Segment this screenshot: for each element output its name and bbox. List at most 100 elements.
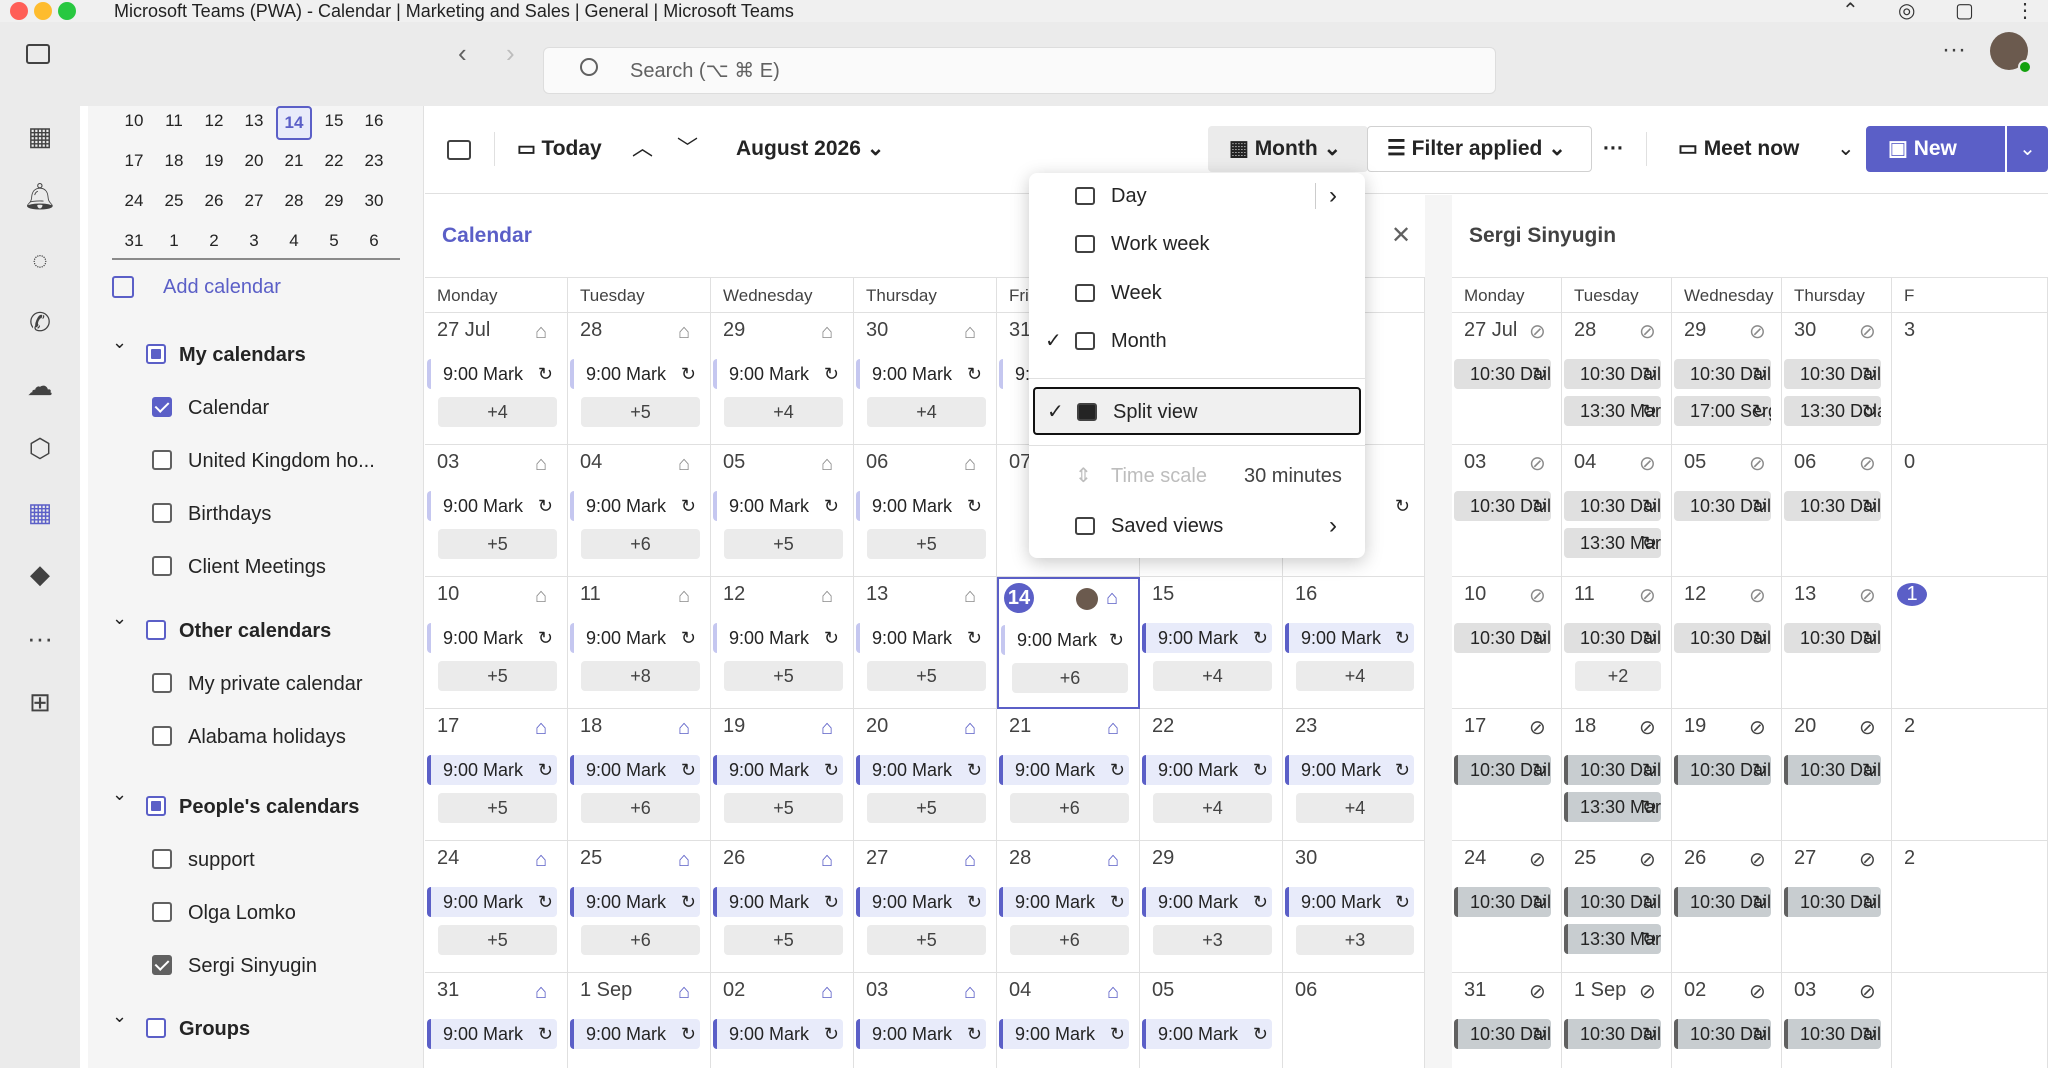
period-selector[interactable]: August 2026 ⌄ — [736, 126, 884, 172]
day-cell[interactable]: 14 ⌂ 9:00 Mark ↻ +6 — [997, 577, 1140, 709]
calendar-event[interactable]: 9:00 Mark ↻ — [1285, 887, 1414, 917]
support-checkbox[interactable] — [152, 849, 172, 869]
planner-icon[interactable]: ◆ — [22, 556, 58, 592]
more-events-button[interactable]: +4 — [1296, 661, 1414, 691]
day-cell[interactable]: 02 ⌂ 9:00 Mark ↻ — [711, 973, 854, 1068]
mini-calendar-day[interactable]: 23 — [356, 146, 392, 176]
day-cell[interactable]: 02 ⊘ 10:30 Daily↻ — [1672, 973, 1782, 1068]
day-cell[interactable]: 03 ⊘ 10:30 Daily↻ — [1452, 445, 1562, 577]
calendar-event[interactable]: 9:00 Mark ↻ — [713, 623, 843, 653]
day-cell[interactable]: 3 — [1892, 313, 2048, 445]
more-events-button[interactable]: +4 — [1296, 793, 1414, 823]
calendar-event[interactable]: 9:00 Mark ↻ — [713, 359, 843, 389]
calendar-event[interactable]: 10:30 Daily↻ — [1564, 359, 1661, 389]
calendar-event[interactable]: 9:00 Mark ↻ — [713, 887, 843, 917]
day-cell[interactable]: 13 ⊘ 10:30 Daily↻ — [1782, 577, 1892, 709]
day-cell[interactable]: 06 — [1283, 973, 1425, 1068]
add-apps-icon[interactable]: ⊞ — [22, 684, 58, 720]
calendar-icon[interactable]: ▦ — [22, 494, 58, 530]
day-cell[interactable]: 27 ⊘ 10:30 Daily↻ — [1782, 841, 1892, 973]
day-cell[interactable]: 31 ⌂ 9:00 Mark ↻ — [425, 973, 568, 1068]
day-cell[interactable]: 30 9:00 Mark ↻ +3 — [1283, 841, 1425, 973]
mini-calendar-day[interactable]: 25 — [156, 186, 192, 216]
more-events-button[interactable]: +5 — [438, 925, 557, 955]
day-cell[interactable]: 19 ⊘ 10:30 Daily↻ — [1672, 709, 1782, 841]
zoom-window-button[interactable] — [58, 2, 76, 20]
more-events-button[interactable]: +5 — [867, 793, 986, 823]
calendar-event[interactable]: 10:30 Daily↻ — [1674, 359, 1771, 389]
day-cell[interactable]: 17 ⊘ 10:30 Daily↻ — [1452, 709, 1562, 841]
calendar-event[interactable]: 10:30 Daily↻ — [1564, 755, 1661, 785]
calendar-event[interactable]: 9:00 Mark ↻ — [1142, 755, 1272, 785]
view-switcher[interactable]: ▦ Month ⌄ — [1229, 126, 1341, 172]
day-cell[interactable]: 27 Jul ⌂ 9:00 Mark ↻ +4 — [425, 313, 568, 445]
mini-calendar-day[interactable]: 5 — [316, 226, 352, 256]
more-events-button[interactable]: +6 — [581, 925, 700, 955]
calendar-event[interactable]: 10:30 Daily↻ — [1454, 755, 1551, 785]
calendar-event[interactable]: 9:00 Mark ↻ — [1142, 623, 1272, 653]
calendar-event[interactable]: 9:00 Mark ↻ — [713, 755, 843, 785]
day-cell[interactable]: 25 ⌂ 9:00 Mark ↻ +6 — [568, 841, 711, 973]
calendar-event[interactable]: 9:00 Mark ↻ — [427, 359, 557, 389]
peoples-calendars-heading[interactable]: People's calendars — [179, 796, 359, 819]
day-cell[interactable]: 10 ⌂ 9:00 Mark ↻ +5 — [425, 577, 568, 709]
mini-calendar-day[interactable]: 27 — [236, 186, 272, 216]
toggle-sidebar-icon[interactable] — [26, 44, 50, 64]
forward-arrow-icon[interactable]: › — [506, 38, 515, 69]
groups-checkbox[interactable] — [146, 1018, 166, 1038]
day-cell[interactable]: 17 ⌂ 9:00 Mark ↻ +5 — [425, 709, 568, 841]
more-events-button[interactable]: +2 — [1575, 661, 1661, 691]
day-cell[interactable]: 27 Jul ⊘ 10:30 Daily↻ — [1452, 313, 1562, 445]
mini-calendar-day[interactable]: 3 — [236, 226, 272, 256]
day-cell[interactable] — [1892, 973, 2048, 1068]
calendar-event[interactable]: 10:30 Daily↻ — [1564, 1019, 1661, 1049]
calendar-event[interactable]: 9:00 Mark ↻ — [570, 359, 700, 389]
calendar-event[interactable]: 9:00 Mark ↻ — [856, 1019, 986, 1049]
chevron-right-icon[interactable]: › — [1329, 173, 1337, 219]
day-cell[interactable]: 31 ⊘ 10:30 Daily↻ — [1452, 973, 1562, 1068]
day-cell[interactable]: 23 9:00 Mark ↻ +4 — [1283, 709, 1425, 841]
filter-control[interactable]: ☰ Filter applied ⌄ — [1387, 126, 1566, 172]
today-button[interactable]: ▭ Today — [517, 126, 602, 172]
calendar-event[interactable]: 9:00 Mark ↻ — [713, 1019, 843, 1049]
calendar-event[interactable]: 9:00 Mark ↻ — [856, 887, 986, 917]
extension-icon[interactable]: ▢ — [1955, 0, 1974, 22]
copilot-icon[interactable]: ⬡ — [22, 430, 58, 466]
day-cell[interactable]: 20 ⌂ 9:00 Mark ↻ +5 — [854, 709, 997, 841]
day-cell[interactable]: 12 ⊘ 10:30 Daily↻ — [1672, 577, 1782, 709]
day-cell[interactable]: 03 ⌂ 9:00 Mark ↻ — [854, 973, 997, 1068]
day-cell[interactable]: 13 ⌂ 9:00 Mark ↻ +5 — [854, 577, 997, 709]
day-cell[interactable]: 04 ⌂ 9:00 Mark ↻ +6 — [568, 445, 711, 577]
menu-item-work-week[interactable]: Work week — [1029, 221, 1365, 267]
other-calendars-checkbox[interactable] — [146, 620, 166, 640]
calendar-event[interactable]: 9:00 Mark ↻ — [856, 359, 986, 389]
calendar-event[interactable]: 10:30 Daily↻ — [1784, 623, 1881, 653]
calendar-event[interactable]: 9:00 Mark ↻ — [1285, 755, 1414, 785]
calendar-event[interactable]: 9:00 Mark ↻ — [427, 1019, 557, 1049]
day-cell[interactable]: 22 9:00 Mark ↻ +4 — [1140, 709, 1283, 841]
calendar-event[interactable]: 13:30 Marl ↻ — [1564, 396, 1661, 426]
day-cell[interactable]: 1 Sep ⌂ 9:00 Mark ↻ — [568, 973, 711, 1068]
more-apps-icon[interactable]: ··· — [22, 620, 58, 656]
calendar-event[interactable]: 9:00 Mark ↻ — [570, 755, 700, 785]
calendar-event[interactable]: 9:00 Mark ↻ — [1285, 623, 1414, 653]
calendar-event[interactable]: 10:30 Daily↻ — [1454, 491, 1551, 521]
groups-heading[interactable]: Groups — [179, 1018, 250, 1041]
calendar-event[interactable]: 10:30 Daily↻ — [1674, 491, 1771, 521]
mini-calendar-day[interactable]: 19 — [196, 146, 232, 176]
uk-holidays-checkbox[interactable] — [152, 450, 172, 470]
mini-calendar-day[interactable]: 15 — [316, 106, 352, 136]
meet-now-dropdown-icon[interactable]: ⌄ — [1837, 126, 1855, 172]
my-calendars-checkbox[interactable] — [146, 344, 166, 364]
calendar-event[interactable]: 10:30 Daily↻ — [1454, 623, 1551, 653]
mini-calendar-day[interactable]: 29 — [316, 186, 352, 216]
menu-item-split-view[interactable]: ✓ Split view — [1033, 387, 1361, 435]
day-cell[interactable]: 05 ⊘ 10:30 Daily↻ — [1672, 445, 1782, 577]
more-events-button[interactable]: +8 — [581, 661, 700, 691]
day-cell[interactable]: 25 ⊘ 10:30 Daily↻ 13:30 Marl↻ — [1562, 841, 1672, 973]
olga-lomko-checkbox[interactable] — [152, 902, 172, 922]
calendar-event[interactable]: 9:00 Mark ↻ — [1001, 625, 1128, 655]
split-divider[interactable] — [1425, 195, 1452, 1068]
more-options-icon[interactable]: ··· — [1603, 126, 1624, 172]
calendar-event[interactable]: 10:30 Daily↻ — [1784, 755, 1881, 785]
